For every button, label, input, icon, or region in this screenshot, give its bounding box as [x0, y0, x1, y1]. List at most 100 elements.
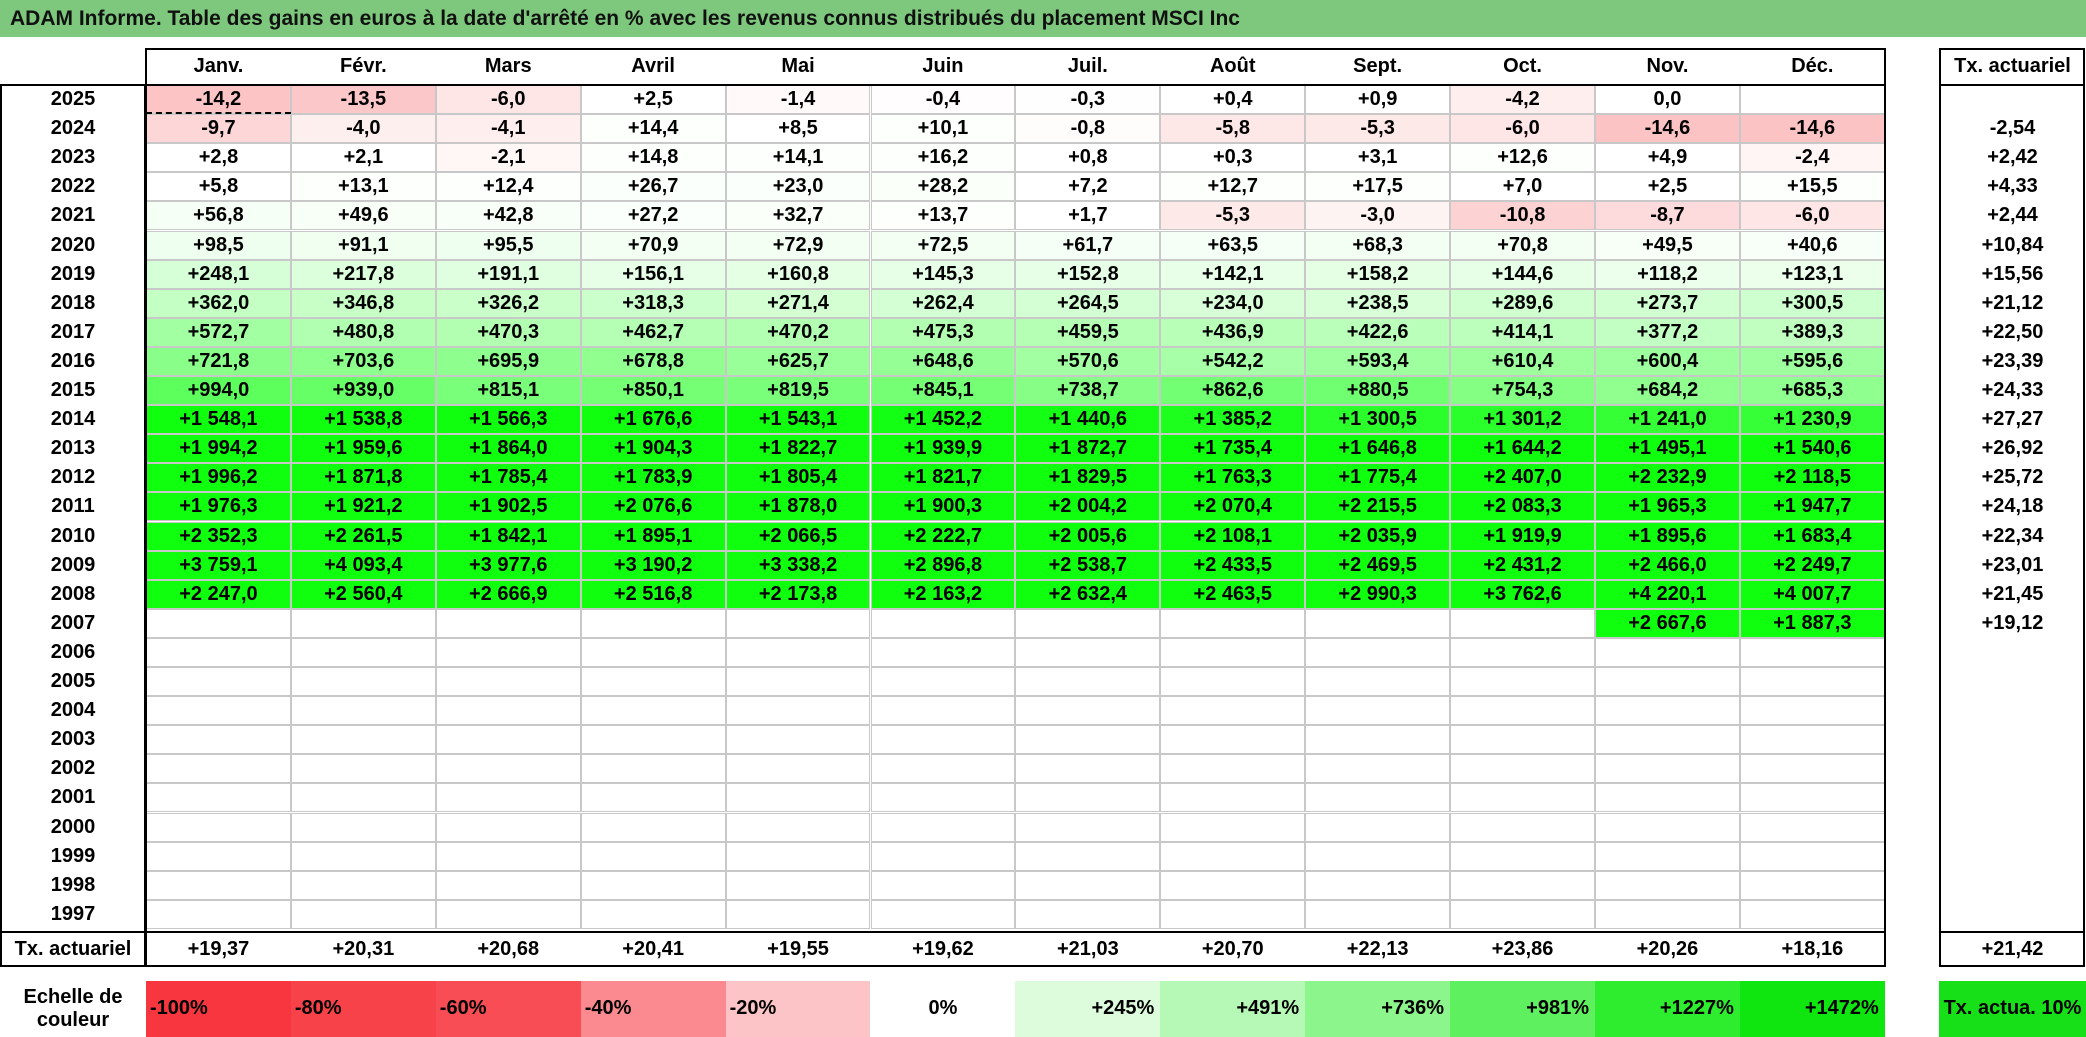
table-cell: +145,3	[870, 259, 1016, 289]
table-cell	[435, 608, 581, 638]
table-cell	[1305, 870, 1451, 900]
actuarial-rate-cell	[1939, 783, 2086, 812]
year-label: 2010	[50, 524, 96, 547]
table-cell: +1 895,6	[1595, 521, 1740, 551]
table-cell: +703,6	[290, 346, 436, 376]
table-cell: +156,1	[580, 259, 726, 289]
table-cell: +238,5	[1305, 288, 1451, 318]
actuarial-rate-cell: +21,12	[1981, 291, 2044, 314]
table-cell: +152,8	[1015, 259, 1161, 289]
table-cell	[1739, 637, 1885, 667]
table-cell	[580, 696, 726, 726]
year-label: 2023	[50, 146, 96, 169]
actuarial-rate-cell: +22,34	[1981, 524, 2044, 547]
table-cell: +14,1	[725, 143, 871, 173]
table-cell	[1160, 841, 1306, 871]
table-cell: +12,6	[1450, 143, 1595, 173]
year-label: 2006	[50, 640, 96, 663]
table-cell: -3,0	[1305, 201, 1451, 231]
table-cell: +0,9	[1305, 85, 1451, 115]
footer-rate-cell: +19,37	[187, 938, 250, 961]
table-cell	[580, 725, 726, 755]
footer-rate-cell: +19,55	[767, 938, 829, 961]
table-cell: +2,8	[146, 143, 291, 173]
table-cell	[435, 725, 581, 755]
table-cell: +1 440,6	[1015, 405, 1161, 435]
table-cell: +845,1	[870, 376, 1016, 406]
table-cell: +1 683,4	[1739, 521, 1885, 551]
table-cell: +2 466,0	[1595, 550, 1740, 580]
table-cell: +4 093,4	[290, 550, 436, 580]
table-cell: +593,4	[1305, 346, 1451, 376]
actuarial-rate-cell	[1939, 900, 2086, 929]
table-cell	[290, 870, 436, 900]
table-cell	[725, 754, 871, 784]
table-cell: +2 035,9	[1305, 521, 1451, 551]
table-cell	[1015, 725, 1161, 755]
table-cell: +17,5	[1305, 172, 1451, 202]
month-header: Juin	[922, 55, 964, 77]
table-cell	[290, 608, 436, 638]
table-cell	[1739, 812, 1885, 842]
table-cell	[725, 637, 871, 667]
table-cell: +3 762,6	[1450, 579, 1595, 609]
table-cell	[290, 812, 436, 842]
table-cell: +61,7	[1015, 230, 1161, 260]
table-cell: +2 005,6	[1015, 521, 1161, 551]
table-cell: +2,1	[290, 143, 436, 173]
actuarial-rate-cell	[1939, 871, 2086, 900]
table-cell: +1 676,6	[580, 405, 726, 435]
table-cell	[435, 870, 581, 900]
table-cell: +1 300,5	[1305, 405, 1451, 435]
actuarial-rate-cell: +15,56	[1981, 262, 2044, 285]
table-cell	[1160, 637, 1306, 667]
table-cell	[1450, 870, 1595, 900]
table-cell: +2 896,8	[870, 550, 1016, 580]
table-cell	[580, 667, 726, 697]
table-cell	[1305, 667, 1451, 697]
table-cell: +123,1	[1739, 259, 1885, 289]
table-cell: +70,9	[580, 230, 726, 260]
table-cell: +754,3	[1450, 376, 1595, 406]
table-cell	[1305, 608, 1451, 638]
footer-rate-cell: +20,70	[1201, 938, 1264, 961]
table-cell: +273,7	[1595, 288, 1740, 318]
color-scale-swatch: +736%	[1305, 980, 1451, 1037]
table-cell: +570,6	[1015, 346, 1161, 376]
table-cell: -9,7	[146, 114, 291, 144]
table-cell: +271,4	[725, 288, 871, 318]
table-cell: +1 805,4	[725, 463, 871, 493]
table-cell: +389,3	[1739, 317, 1885, 347]
year-label: 2007	[50, 611, 96, 634]
table-cell: +2 108,1	[1160, 521, 1306, 551]
color-scale-swatch: +1472%	[1739, 980, 1885, 1037]
footer-rate-cell: +22,13	[1346, 938, 1409, 961]
table-cell: +1 230,9	[1739, 405, 1885, 435]
table-cell	[290, 754, 436, 784]
month-header: Mai	[781, 55, 815, 77]
table-cell	[1450, 696, 1595, 726]
table-cell	[870, 812, 1016, 842]
table-cell	[580, 637, 726, 667]
table-cell	[1739, 725, 1885, 755]
current-month-marker	[146, 112, 291, 115]
table-cell: +684,2	[1595, 376, 1740, 406]
table-cell	[870, 899, 1016, 929]
year-label: 2008	[50, 582, 96, 605]
rate-header-divider	[1939, 84, 2085, 86]
footer-total-rate: +21,42	[1981, 938, 2044, 961]
table-cell	[146, 696, 291, 726]
table-cell	[1595, 667, 1740, 697]
table-cell: -6,0	[1450, 114, 1595, 144]
month-header: Juil.	[1067, 55, 1108, 77]
table-cell	[725, 870, 871, 900]
year-label: 2016	[50, 349, 96, 372]
report-title: ADAM Informe. Table des gains en euros à…	[0, 0, 2086, 37]
table-cell	[870, 754, 1016, 784]
actuarial-rate-cell: +26,92	[1981, 437, 2044, 460]
table-cell	[1015, 870, 1161, 900]
table-cell: +248,1	[146, 259, 291, 289]
color-scale-swatch: -60%	[435, 980, 581, 1037]
actuarial-rate-cell	[1939, 813, 2086, 842]
table-cell: +32,7	[725, 201, 871, 231]
